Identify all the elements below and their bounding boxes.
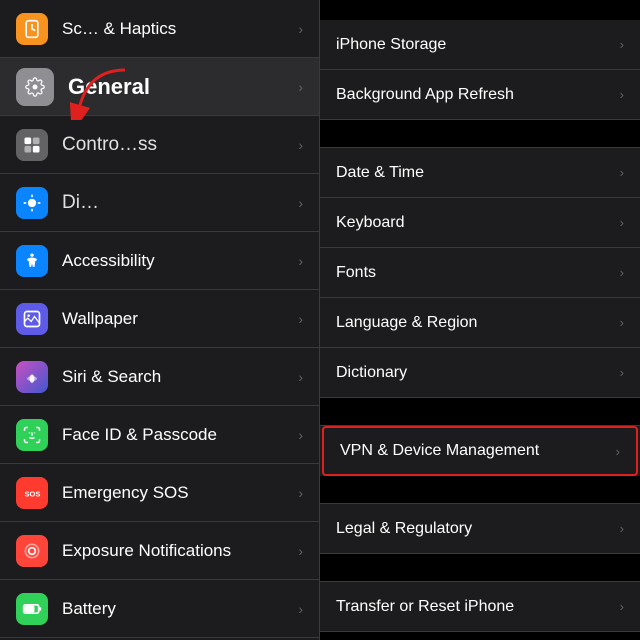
row-fonts[interactable]: Fonts › [320, 248, 640, 298]
wallpaper-icon [16, 303, 48, 335]
chevron-icon: › [620, 265, 624, 280]
transfer-reset-label: Transfer or Reset iPhone [336, 598, 614, 616]
sidebar-item-emergency-sos[interactable]: SOS Emergency SOS › [0, 464, 319, 522]
section-locale: Date & Time › Keyboard › Fonts › Languag… [320, 148, 640, 398]
section-gap-4 [320, 554, 640, 582]
general-label: General [68, 74, 292, 100]
chevron-icon: › [298, 427, 303, 443]
keyboard-label: Keyboard [336, 214, 614, 232]
sidebar-item-face-id[interactable]: Face ID & Passcode › [0, 406, 319, 464]
screen-time-label: Sc… & Haptics [62, 19, 292, 39]
right-panel: iPhone Storage › Background App Refresh … [320, 0, 640, 640]
chevron-icon: › [298, 485, 303, 501]
battery-icon [16, 593, 48, 625]
vpn-label: VPN & Device Management [340, 442, 610, 460]
date-time-label: Date & Time [336, 164, 614, 182]
background-refresh-label: Background App Refresh [336, 86, 614, 104]
face-id-icon [16, 419, 48, 451]
exposure-icon [16, 535, 48, 567]
row-legal[interactable]: Legal & Regulatory › [320, 504, 640, 554]
chevron-icon: › [298, 543, 303, 559]
row-language-region[interactable]: Language & Region › [320, 298, 640, 348]
dictionary-label: Dictionary [336, 364, 614, 382]
iphone-storage-label: iPhone Storage [336, 36, 614, 54]
sidebar-item-display[interactable]: Di… › [0, 174, 319, 232]
chevron-icon: › [298, 21, 303, 37]
chevron-icon: › [620, 315, 624, 330]
section-vpn: VPN & Device Management › [320, 426, 640, 476]
row-dictionary[interactable]: Dictionary › [320, 348, 640, 398]
sidebar-item-exposure[interactable]: Exposure Notifications › [0, 522, 319, 580]
section-gap-2 [320, 398, 640, 426]
row-keyboard[interactable]: Keyboard › [320, 198, 640, 248]
accessibility-label: Accessibility [62, 251, 292, 271]
chevron-icon: › [620, 215, 624, 230]
control-center-icon [16, 129, 48, 161]
chevron-icon: › [620, 37, 624, 52]
control-center-label: Contro…ss [62, 134, 292, 156]
chevron-icon: › [620, 599, 624, 614]
chevron-icon: › [620, 521, 624, 536]
sidebar-item-wallpaper[interactable]: Wallpaper › [0, 290, 319, 348]
row-background-refresh[interactable]: Background App Refresh › [320, 70, 640, 120]
section-gap-1 [320, 120, 640, 148]
top-spacer [320, 0, 640, 20]
face-id-label: Face ID & Passcode [62, 425, 292, 445]
sidebar-item-screen-time[interactable]: Sc… & Haptics › [0, 0, 319, 58]
chevron-icon: › [298, 369, 303, 385]
exposure-label: Exposure Notifications [62, 541, 292, 561]
sidebar-item-siri-search[interactable]: Siri & Search › [0, 348, 319, 406]
row-iphone-storage[interactable]: iPhone Storage › [320, 20, 640, 70]
sidebar-item-accessibility[interactable]: Accessibility › [0, 232, 319, 290]
accessibility-icon [16, 245, 48, 277]
svg-text:SOS: SOS [25, 489, 41, 498]
section-storage: iPhone Storage › Background App Refresh … [320, 20, 640, 120]
section-gap-5 [320, 632, 640, 640]
battery-label: Battery [62, 599, 292, 619]
emergency-sos-icon: SOS [16, 477, 48, 509]
row-vpn[interactable]: VPN & Device Management › [322, 426, 638, 476]
legal-label: Legal & Regulatory [336, 520, 614, 538]
wallpaper-label: Wallpaper [62, 309, 292, 329]
general-icon [16, 68, 54, 106]
fonts-label: Fonts [336, 264, 614, 282]
row-transfer-reset[interactable]: Transfer or Reset iPhone › [320, 582, 640, 632]
language-region-label: Language & Region [336, 314, 614, 332]
chevron-icon: › [298, 137, 303, 153]
chevron-icon: › [620, 365, 624, 380]
emergency-sos-label: Emergency SOS [62, 483, 292, 503]
left-panel: Sc… & Haptics › General › Contro…ss › [0, 0, 320, 640]
sidebar-item-battery[interactable]: Battery › [0, 580, 319, 638]
siri-search-label: Siri & Search [62, 367, 292, 387]
sidebar-item-control-center[interactable]: Contro…ss › [0, 116, 319, 174]
chevron-icon: › [620, 165, 624, 180]
chevron-icon: › [298, 195, 303, 211]
sidebar-item-general[interactable]: General › [0, 58, 319, 116]
siri-icon [16, 361, 48, 393]
chevron-icon: › [298, 601, 303, 617]
chevron-icon: › [616, 444, 620, 459]
display-label: Di… [62, 192, 292, 214]
chevron-icon: › [298, 311, 303, 327]
section-legal: Legal & Regulatory › [320, 504, 640, 554]
section-gap-3 [320, 476, 640, 504]
section-transfer: Transfer or Reset iPhone › [320, 582, 640, 632]
row-date-time[interactable]: Date & Time › [320, 148, 640, 198]
chevron-icon: › [298, 253, 303, 269]
screen-time-icon [16, 13, 48, 45]
chevron-icon: › [620, 87, 624, 102]
display-icon [16, 187, 48, 219]
chevron-icon: › [298, 79, 303, 95]
